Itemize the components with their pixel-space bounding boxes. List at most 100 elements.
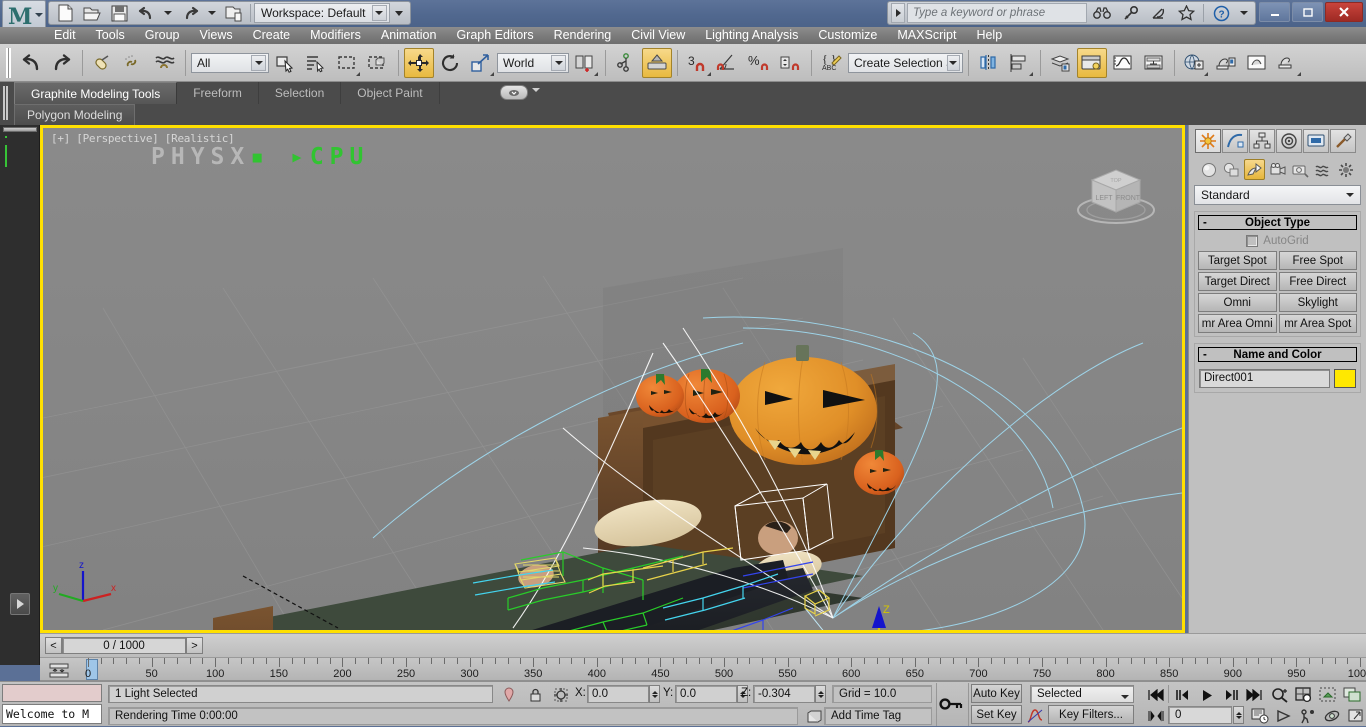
object-name-input[interactable]: Direct001	[1199, 369, 1330, 388]
motion-tab[interactable]	[1276, 129, 1302, 153]
align-icon[interactable]	[1005, 48, 1035, 78]
menu-item-animation[interactable]: Animation	[371, 27, 447, 44]
zoom-icon[interactable]	[1268, 684, 1291, 706]
undo-button[interactable]	[16, 48, 46, 78]
next-frame-icon[interactable]	[1218, 684, 1241, 706]
render-production-icon[interactable]	[1273, 48, 1303, 78]
menu-item-customize[interactable]: Customize	[808, 27, 887, 44]
mirror-icon[interactable]	[974, 48, 1004, 78]
zoom-extents-icon[interactable]	[1316, 684, 1339, 706]
perspective-viewport[interactable]: Z X Y [+] [Perspective] [Realistic] PHYS…	[40, 125, 1185, 633]
new-file-icon[interactable]	[52, 3, 78, 24]
search-input[interactable]: Type a keyword or phrase	[907, 3, 1087, 23]
toolbar-grip[interactable]	[6, 47, 11, 78]
binoculars-icon[interactable]	[1089, 3, 1115, 24]
redo-icon[interactable]	[177, 3, 203, 24]
named-selection-set-dropdown[interactable]: Create Selection Se	[848, 52, 963, 73]
use-pivot-point-center-icon[interactable]	[570, 48, 600, 78]
workspace-dropdown-icon[interactable]	[371, 5, 387, 21]
left-panel-handle[interactable]	[3, 127, 37, 132]
object-type-button-omni[interactable]: Omni	[1198, 293, 1277, 312]
display-tab[interactable]	[1303, 129, 1329, 153]
helpers-icon[interactable]	[1290, 159, 1311, 180]
menu-item-create[interactable]: Create	[243, 27, 301, 44]
systems-icon[interactable]	[1336, 159, 1357, 180]
walkthrough-icon[interactable]	[1296, 705, 1319, 727]
workspace-selector[interactable]: Workspace: Default	[254, 3, 390, 23]
schematic-view-icon[interactable]	[1139, 48, 1169, 78]
open-mini-curve-editor-icon[interactable]	[44, 660, 74, 680]
space-warps-icon[interactable]	[1313, 159, 1334, 180]
set-key-filter-curve-icon[interactable]	[1025, 705, 1045, 726]
object-type-button-target-direct[interactable]: Target Direct	[1198, 272, 1277, 291]
undo-dropdown-icon[interactable]	[160, 3, 176, 24]
zoom-extents-all-icon[interactable]	[1340, 684, 1363, 706]
coord-z-field[interactable]: -0.304	[753, 685, 815, 703]
object-type-button-skylight[interactable]: Skylight	[1278, 293, 1357, 312]
menu-item-lighting-analysis[interactable]: Lighting Analysis	[695, 27, 808, 44]
minimize-button[interactable]	[1259, 2, 1290, 22]
utilities-tab[interactable]	[1330, 129, 1356, 153]
frame-field[interactable]: 0	[1168, 706, 1232, 724]
open-file-icon[interactable]	[79, 3, 105, 24]
auto-key-button[interactable]: Auto Key	[971, 684, 1022, 703]
view-cube[interactable]: LEFT FRONT TOP	[1068, 150, 1164, 228]
ribbon-tab-selection[interactable]: Selection	[259, 82, 342, 104]
satellite-icon[interactable]	[1145, 3, 1171, 24]
coord-y-field[interactable]: 0.0	[675, 685, 737, 703]
select-and-scale-icon[interactable]	[466, 48, 496, 78]
menu-item-rendering[interactable]: Rendering	[544, 27, 622, 44]
project-folder-icon[interactable]	[221, 3, 247, 24]
coord-x-spinner[interactable]	[649, 685, 660, 703]
next-frame-button[interactable]: >	[186, 637, 203, 654]
named-selection-caret-icon[interactable]	[946, 54, 960, 71]
coord-x-field[interactable]: 0.0	[587, 685, 649, 703]
star-icon[interactable]	[1173, 3, 1199, 24]
frame-ruler[interactable]: 0 50 100 150 200 250 300 350 400 450 500 550 600 650 7…	[85, 658, 1366, 680]
viewport-3d-scene[interactable]: Z X Y	[43, 128, 1182, 630]
selection-filter-caret-icon[interactable]	[251, 54, 266, 71]
shapes-icon[interactable]	[1221, 159, 1242, 180]
coord-z-spinner[interactable]	[815, 685, 826, 703]
object-type-button-free-direct[interactable]: Free Direct	[1278, 272, 1357, 291]
geometry-icon[interactable]	[1198, 159, 1219, 180]
set-key-button[interactable]: Set Key	[971, 705, 1022, 724]
ribbon-tab-graphite-modeling-tools[interactable]: Graphite Modeling Tools	[14, 82, 178, 104]
rendered-frame-window-icon[interactable]	[1242, 48, 1272, 78]
play-icon[interactable]	[1196, 684, 1219, 706]
select-and-link-icon[interactable]	[88, 48, 118, 78]
maxscript-output-line[interactable]: Welcome to M	[2, 704, 102, 724]
pan-view-icon[interactable]	[1272, 705, 1295, 727]
spinner-snap-toggle-icon[interactable]	[776, 48, 806, 78]
track-bar[interactable]: 0 50 100 150 200 250 300 350 400 450 500 550 600 650 7…	[40, 657, 1366, 681]
object-type-button-mr-area-omni[interactable]: mr Area Omni	[1198, 314, 1277, 333]
object-color-swatch[interactable]	[1334, 369, 1356, 388]
object-type-button-target-spot[interactable]: Target Spot	[1198, 251, 1277, 270]
add-time-tag-icon[interactable]	[803, 706, 825, 727]
rectangular-selection-region-icon[interactable]	[332, 48, 362, 78]
current-frame-display[interactable]: 0 / 1000	[62, 637, 186, 654]
window-crossing-toggle-icon[interactable]	[363, 48, 393, 78]
frame-spinner[interactable]	[1233, 706, 1244, 724]
redo-dropdown-icon[interactable]	[204, 3, 220, 24]
redo-button[interactable]	[47, 48, 77, 78]
hierarchy-tab[interactable]	[1249, 129, 1275, 153]
keyboard-shortcut-override-icon[interactable]	[642, 47, 672, 78]
edit-named-selection-sets-icon[interactable]: { } ABC	[817, 48, 847, 78]
search-expand-icon[interactable]	[891, 3, 905, 23]
light-type-dropdown[interactable]: Standard	[1194, 185, 1361, 205]
ribbon-tab-object-paint[interactable]: Object Paint	[341, 82, 440, 104]
goto-end-icon[interactable]	[1242, 684, 1265, 706]
goto-start-icon[interactable]	[1144, 684, 1167, 706]
create-tab[interactable]	[1195, 129, 1221, 153]
maxscript-mini-listener[interactable]: Welcome to M	[2, 684, 102, 724]
select-and-rotate-icon[interactable]	[435, 48, 465, 78]
maximize-viewport-icon[interactable]	[1344, 705, 1366, 727]
select-by-name-icon[interactable]	[301, 48, 331, 78]
snaps-toggle-icon[interactable]: 3	[683, 48, 713, 78]
qat-overflow-icon[interactable]	[391, 3, 407, 24]
key-mode-toggle-icon[interactable]	[938, 693, 964, 714]
ribbon-overflow-chip[interactable]	[500, 85, 528, 100]
orbit-icon[interactable]	[1320, 705, 1343, 727]
key-mode-nav-icon[interactable]	[1144, 705, 1167, 727]
